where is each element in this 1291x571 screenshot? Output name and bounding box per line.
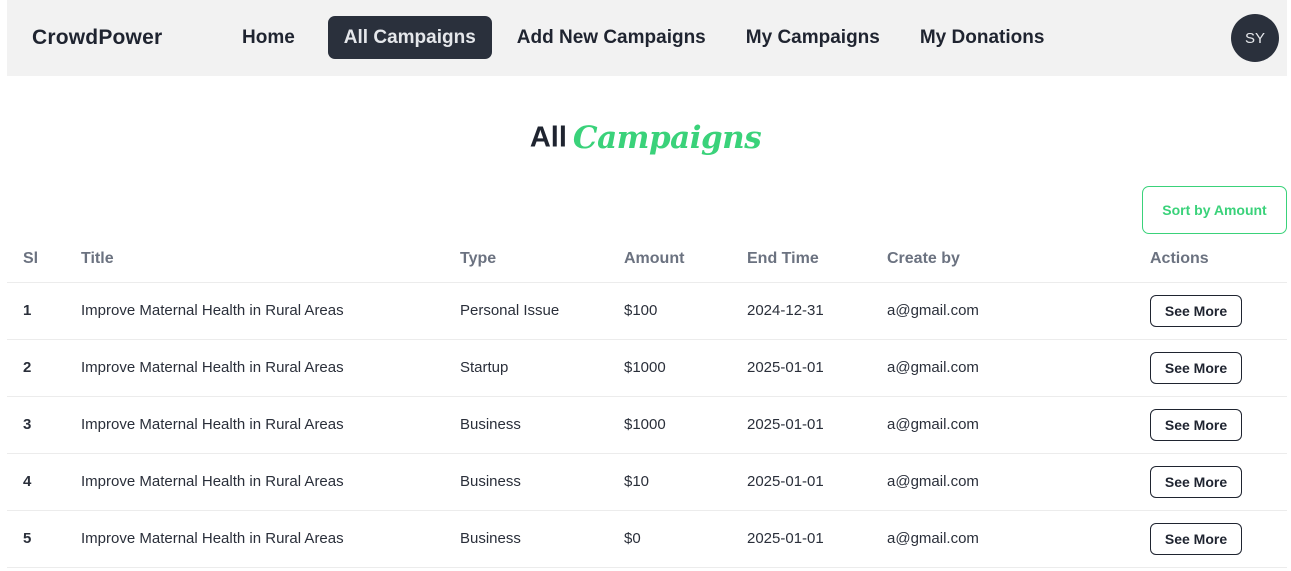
nav-link-home[interactable]: Home bbox=[229, 16, 308, 59]
page-title-main: All bbox=[529, 121, 567, 154]
cell-create-by: a@gmail.com bbox=[887, 282, 1150, 340]
navbar: CrowdPower Home All Campaigns Add New Ca… bbox=[7, 0, 1287, 76]
cell-actions: See More bbox=[1150, 453, 1287, 511]
cell-type: Startup bbox=[460, 339, 624, 397]
cell-create-by: a@gmail.com bbox=[887, 453, 1150, 511]
cell-create-by: a@gmail.com bbox=[887, 396, 1150, 454]
see-more-button[interactable]: See More bbox=[1150, 522, 1242, 555]
cell-title: Improve Maternal Health in Rural Areas bbox=[81, 453, 460, 511]
sort-by-amount-button[interactable]: Sort by Amount bbox=[1142, 186, 1287, 234]
user-avatar[interactable]: SY bbox=[1231, 14, 1279, 62]
cell-title: Improve Maternal Health in Rural Areas bbox=[81, 282, 460, 340]
cell-type: Business bbox=[460, 510, 624, 568]
column-header-type: Type bbox=[460, 236, 624, 283]
cell-type: Business bbox=[460, 453, 624, 511]
see-more-button[interactable]: See More bbox=[1150, 294, 1242, 327]
cell-actions: See More bbox=[1150, 396, 1287, 454]
cell-end-time: 2025-01-01 bbox=[747, 510, 887, 568]
see-more-button[interactable]: See More bbox=[1150, 408, 1242, 441]
nav-link-add-new-campaigns[interactable]: Add New Campaigns bbox=[501, 16, 722, 59]
cell-amount: $0 bbox=[624, 510, 747, 568]
column-header-amount: Amount bbox=[624, 236, 747, 283]
cell-amount: $10 bbox=[624, 453, 747, 511]
column-header-title: Title bbox=[81, 236, 460, 283]
table-row: 5 Improve Maternal Health in Rural Areas… bbox=[7, 510, 1287, 568]
cell-sl: 4 bbox=[7, 453, 81, 511]
table-header-row: Sl Title Type Amount End Time Create by … bbox=[7, 236, 1287, 283]
cell-create-by: a@gmail.com bbox=[887, 510, 1150, 568]
cell-type: Personal Issue bbox=[460, 282, 624, 340]
cell-sl: 2 bbox=[7, 339, 81, 397]
nav-link-all-campaigns[interactable]: All Campaigns bbox=[327, 16, 492, 59]
nav-links: Home All Campaigns Add New Campaigns My … bbox=[229, 16, 1069, 59]
cell-create-by: a@gmail.com bbox=[887, 339, 1150, 397]
see-more-button[interactable]: See More bbox=[1150, 465, 1242, 498]
cell-amount: $1000 bbox=[624, 396, 747, 454]
nav-link-my-campaigns[interactable]: My Campaigns bbox=[730, 16, 896, 59]
cell-amount: $100 bbox=[624, 282, 747, 340]
cell-end-time: 2025-01-01 bbox=[747, 396, 887, 454]
page-title: All Campaigns bbox=[0, 120, 1291, 156]
see-more-button[interactable]: See More bbox=[1150, 351, 1242, 384]
cell-title: Improve Maternal Health in Rural Areas bbox=[81, 339, 460, 397]
column-header-sl: Sl bbox=[7, 236, 81, 283]
cell-sl: 3 bbox=[7, 396, 81, 454]
column-header-create-by: Create by bbox=[887, 236, 1150, 283]
cell-title: Improve Maternal Health in Rural Areas bbox=[81, 510, 460, 568]
cell-actions: See More bbox=[1150, 339, 1287, 397]
table-row: 2 Improve Maternal Health in Rural Areas… bbox=[7, 339, 1287, 397]
campaigns-table: Sl Title Type Amount End Time Create by … bbox=[7, 236, 1287, 568]
cell-actions: See More bbox=[1150, 510, 1287, 568]
cell-actions: See More bbox=[1150, 282, 1287, 340]
cell-sl: 1 bbox=[7, 282, 81, 340]
cell-end-time: 2025-01-01 bbox=[747, 339, 887, 397]
cell-end-time: 2025-01-01 bbox=[747, 453, 887, 511]
table-row: 4 Improve Maternal Health in Rural Areas… bbox=[7, 453, 1287, 511]
table-row: 3 Improve Maternal Health in Rural Areas… bbox=[7, 396, 1287, 454]
cell-amount: $1000 bbox=[624, 339, 747, 397]
cell-title: Improve Maternal Health in Rural Areas bbox=[81, 396, 460, 454]
cell-sl: 5 bbox=[7, 510, 81, 568]
page-title-accent: Campaigns bbox=[572, 120, 762, 156]
column-header-actions: Actions bbox=[1150, 236, 1287, 283]
brand-logo[interactable]: CrowdPower bbox=[32, 26, 162, 50]
table-row: 1 Improve Maternal Health in Rural Areas… bbox=[7, 282, 1287, 340]
nav-link-my-donations[interactable]: My Donations bbox=[904, 16, 1061, 59]
column-header-end-time: End Time bbox=[747, 236, 887, 283]
cell-end-time: 2024-12-31 bbox=[747, 282, 887, 340]
cell-type: Business bbox=[460, 396, 624, 454]
